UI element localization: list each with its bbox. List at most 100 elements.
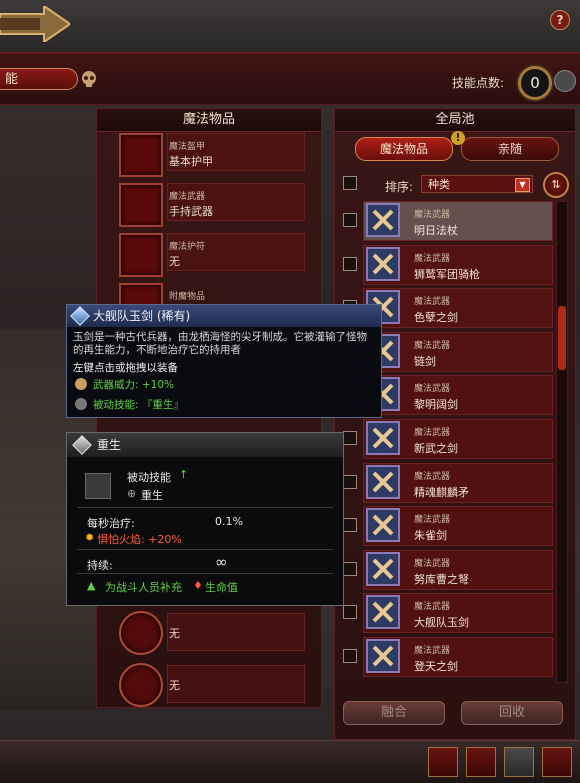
item-checkbox[interactable] bbox=[343, 475, 357, 489]
warning-icon: ! bbox=[451, 131, 465, 145]
right-panel-title: 全局池 bbox=[335, 109, 575, 132]
item-category: 魔法武器 bbox=[414, 428, 451, 438]
item-tooltip: 大舰队玉剑 (稀有) 玉剑是一种古代兵器，由龙栖海怪的尖牙制成。它被灌输了怪物的… bbox=[66, 304, 382, 418]
follower-slot-3[interactable] bbox=[119, 663, 163, 707]
item-checkbox[interactable] bbox=[343, 518, 357, 532]
divider bbox=[77, 549, 333, 550]
skill-diamond-icon bbox=[72, 435, 92, 455]
list-item[interactable]: 魔法武器 新武之剑 bbox=[363, 419, 553, 459]
download-icon-button[interactable] bbox=[542, 747, 572, 777]
health-icon: ♦ bbox=[193, 579, 203, 592]
item-tooltip-hint: 左键点击或拖拽以装备 bbox=[73, 362, 178, 374]
regeneration-skill-icon bbox=[85, 473, 111, 499]
skill-tooltip-title: 重生 bbox=[97, 438, 122, 452]
list-item[interactable]: 魔法武器 色孽之剑 bbox=[363, 288, 553, 328]
skull-icon bbox=[82, 71, 96, 87]
item-name: 色孽之剑 bbox=[414, 311, 458, 324]
help-icon[interactable]: ? bbox=[550, 10, 570, 30]
divider bbox=[77, 507, 333, 508]
arrow-banner-icon bbox=[0, 6, 70, 42]
footer-bar bbox=[0, 740, 580, 783]
armor-slot[interactable] bbox=[119, 133, 163, 177]
talisman-slot-value: 无 bbox=[169, 255, 180, 268]
skill-points-value: 0 bbox=[518, 66, 552, 100]
follower-slot-2[interactable] bbox=[119, 611, 163, 655]
chevron-down-icon[interactable]: ▼ bbox=[515, 178, 530, 192]
list-item[interactable]: 魔法武器 明日法杖 bbox=[363, 201, 553, 241]
item-checkbox[interactable] bbox=[343, 562, 357, 576]
quill-icon-button[interactable] bbox=[428, 747, 458, 777]
item-name: 朱雀剑 bbox=[414, 529, 447, 542]
skill-tooltip: 重生 被动技能 ↑ ⊕ 重生 每秒治疗: 0.1% ✹ 惧怕火焰: +20% 持… bbox=[66, 432, 344, 606]
talisman-slot-category: 魔法护符 bbox=[169, 242, 206, 252]
item-name: 新武之剑 bbox=[414, 442, 458, 455]
armor-slot-value: 基本护甲 bbox=[169, 155, 213, 168]
enchanted-slot-category: 附魔物品 bbox=[169, 292, 206, 302]
list-item[interactable]: 魔法武器 努库曹之弩 bbox=[363, 550, 553, 590]
top-bar: ? bbox=[0, 0, 580, 54]
list-item[interactable]: 魔法武器 链剑 bbox=[363, 332, 553, 372]
effect-suffix: 生命值 bbox=[205, 581, 238, 594]
disabled-icon-button[interactable] bbox=[504, 747, 534, 777]
list-item[interactable]: 魔法武器 狮鹫军团骑枪 bbox=[363, 245, 553, 285]
item-checkbox[interactable] bbox=[343, 605, 357, 619]
skill-points-label: 技能点数: bbox=[452, 76, 505, 90]
item-category: 魔法武器 bbox=[414, 559, 451, 569]
effect-arrow-icon: ▲ bbox=[87, 579, 96, 592]
item-name: 努库曹之弩 bbox=[414, 573, 469, 586]
skill-points-button[interactable] bbox=[554, 70, 576, 92]
tab-followers[interactable]: 亲随 bbox=[461, 137, 559, 161]
item-name: 黎明阔剑 bbox=[414, 398, 458, 411]
sort-value: 种类 bbox=[428, 178, 450, 191]
list-item[interactable]: 魔法武器 黎明阔剑 bbox=[363, 375, 553, 415]
left-panel-title: 魔法物品 bbox=[97, 109, 321, 132]
recycle-button[interactable]: 回收 bbox=[461, 701, 563, 725]
list-item[interactable]: 魔法武器 大舰队玉剑 bbox=[363, 593, 553, 633]
item-checkbox[interactable] bbox=[343, 431, 357, 445]
item-name: 大舰队玉剑 bbox=[414, 616, 469, 629]
talisman-slot[interactable] bbox=[119, 233, 163, 277]
sort-label: 排序: bbox=[385, 180, 414, 194]
item-name: 链剑 bbox=[414, 355, 436, 368]
follower-slot-3-value: 无 bbox=[169, 679, 180, 692]
rarity-diamond-icon bbox=[70, 306, 90, 326]
divider bbox=[77, 573, 333, 574]
item-list-scrollbar[interactable] bbox=[556, 201, 568, 683]
weapon-slot[interactable] bbox=[119, 183, 163, 227]
crossed-swords-icon bbox=[366, 552, 400, 586]
weapon-slot-category: 魔法武器 bbox=[169, 192, 206, 202]
plus-circle-icon: ⊕ bbox=[127, 487, 137, 500]
item-name: 精魂麒麟矛 bbox=[414, 486, 469, 499]
item-tooltip-title: 大舰队玉剑 (稀有) bbox=[93, 309, 191, 323]
item-category: 魔法武器 bbox=[414, 602, 451, 612]
scroll-icon-button[interactable] bbox=[466, 747, 496, 777]
sort-select[interactable]: 种类 ▼ bbox=[421, 175, 533, 193]
list-item[interactable]: 魔法武器 朱雀剑 bbox=[363, 506, 553, 546]
heal-value: 0.1% bbox=[215, 515, 243, 528]
merge-button[interactable]: 融合 bbox=[343, 701, 445, 725]
list-item[interactable]: 魔法武器 登天之剑 bbox=[363, 637, 553, 677]
skill-tooltip-header: 重生 bbox=[67, 433, 343, 457]
crossed-swords-icon bbox=[366, 639, 400, 673]
passive-skill-icon bbox=[75, 398, 87, 410]
scrollbar-thumb[interactable] bbox=[558, 306, 566, 370]
tab-magic-items[interactable]: 魔法物品 bbox=[355, 137, 453, 161]
passive-arrow-icon: ↑ bbox=[179, 468, 189, 481]
item-checkbox[interactable] bbox=[343, 213, 357, 227]
sort-order-button[interactable]: ⇅ bbox=[543, 172, 569, 198]
select-all-checkbox[interactable] bbox=[343, 176, 357, 190]
list-item[interactable]: 魔法武器 精魂麒麟矛 bbox=[363, 463, 553, 503]
item-name: 明日法杖 bbox=[414, 224, 458, 237]
character-bar: 能 技能点数: bbox=[0, 54, 580, 105]
crossed-swords-icon bbox=[366, 595, 400, 629]
item-checkbox[interactable] bbox=[343, 257, 357, 271]
item-category: 魔法武器 bbox=[414, 254, 451, 264]
crossed-swords-icon bbox=[366, 508, 400, 542]
item-tooltip-stat-power: 武器威力: +10% bbox=[93, 379, 175, 391]
item-category: 魔法武器 bbox=[414, 341, 451, 351]
character-name-pill[interactable]: 能 bbox=[0, 68, 78, 90]
follower-slot-2-value: 无 bbox=[169, 627, 180, 640]
item-checkbox[interactable] bbox=[343, 649, 357, 663]
item-category: 魔法武器 bbox=[414, 646, 451, 656]
heal-label: 每秒治疗: bbox=[87, 517, 135, 530]
